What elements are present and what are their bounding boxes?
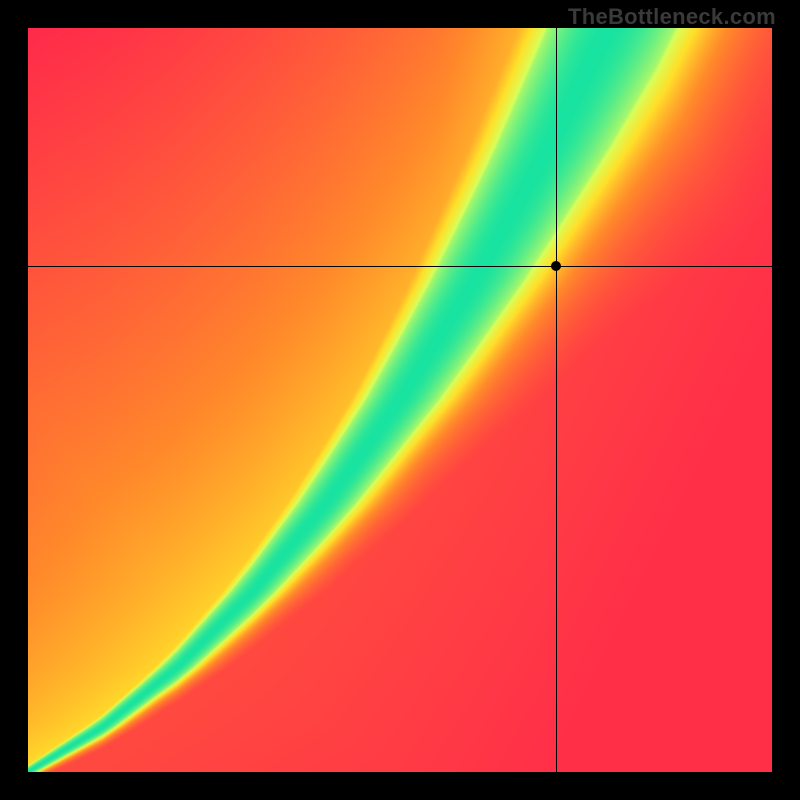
plot-area	[28, 28, 772, 772]
heatmap-canvas	[28, 28, 772, 772]
watermark-text: TheBottleneck.com	[568, 4, 776, 30]
data-point-marker	[551, 261, 561, 271]
crosshair-vertical	[556, 28, 557, 772]
chart-container: TheBottleneck.com	[0, 0, 800, 800]
crosshair-horizontal	[28, 266, 772, 267]
